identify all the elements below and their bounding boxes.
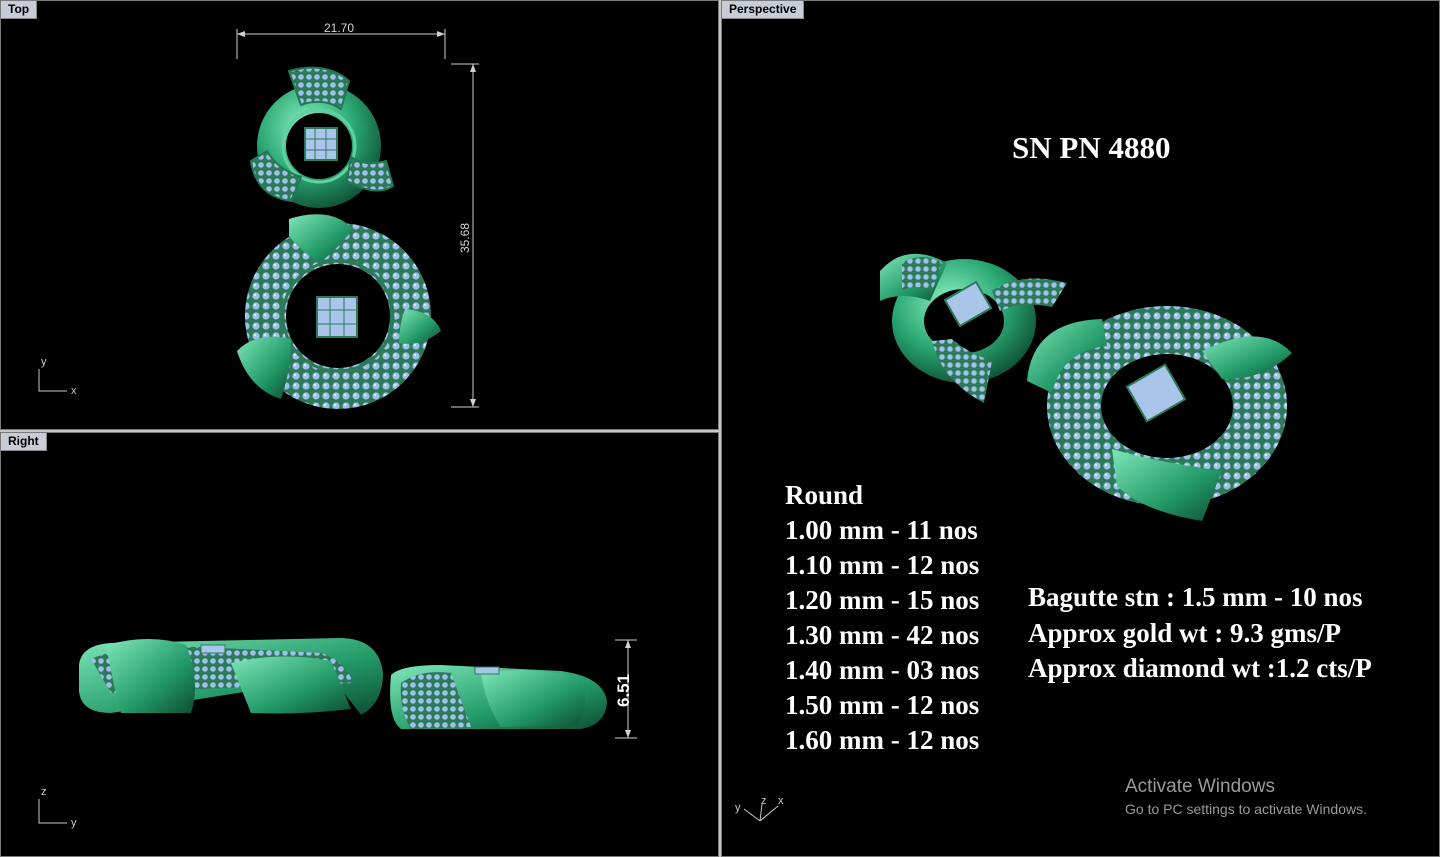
product-code: SN PN 4880 [1012, 130, 1171, 165]
axis-label-x: x [71, 385, 77, 397]
dimension-height-label: 35.68 [458, 223, 472, 253]
axis-label-y-right: y [71, 817, 77, 829]
axis-label-x-persp: x [778, 795, 784, 807]
activation-watermark-title: Activate Windows [1125, 776, 1275, 797]
round-size-row: 1.50 mm - 12 nos [785, 690, 980, 720]
pendant-bottom-perspective [1027, 306, 1292, 521]
spec-list: Bagutte stn : 1.5 mm - 10 nos Approx gol… [1028, 580, 1372, 687]
round-size-row: 1.00 mm - 11 nos [785, 515, 978, 545]
dimension-width-label: 21.70 [324, 21, 354, 35]
viewport-right[interactable]: Right 6.51 z y [0, 432, 719, 857]
right-view-canvas: 6.51 z y [38, 638, 637, 829]
round-size-row: 1.60 mm - 12 nos [785, 725, 980, 755]
axis-icon-right [38, 799, 67, 824]
round-size-row: 1.30 mm - 42 nos [785, 620, 980, 650]
top-view-canvas: 21.70 35.68 y x [38, 21, 479, 409]
axis-label-y: y [41, 356, 47, 368]
pendant-top-ring [249, 66, 395, 208]
round-stone-list: Round 1.00 mm - 11 nos 1.10 mm - 12 nos … [785, 478, 979, 758]
pendant-top-side [390, 665, 607, 729]
pendant-bottom-ring [237, 214, 441, 409]
round-size-row: 1.10 mm - 12 nos [785, 550, 980, 580]
round-size-row: 1.20 mm - 15 nos [785, 585, 980, 615]
round-size-row: 1.40 mm - 03 nos [785, 655, 980, 685]
axis-label-y-persp: y [735, 802, 741, 814]
pendant-bottom-side [79, 638, 383, 715]
spec-diamond-weight: Approx diamond wt :1.2 cts/P [1028, 653, 1372, 683]
axis-label-z: z [41, 786, 47, 798]
spec-gold-weight: Approx gold wt : 9.3 gms/P [1028, 617, 1342, 648]
axis-label-z-persp: z [761, 795, 767, 807]
round-heading: Round [785, 480, 864, 510]
activation-watermark-subtitle: Go to PC settings to activate Windows. [1125, 801, 1367, 817]
dimension-thickness-label: 6.51 [614, 674, 633, 707]
viewport-top[interactable]: Top 21.70 35.68 y x [0, 0, 719, 430]
spec-baguette: Bagutte stn : 1.5 mm - 10 nos [1028, 582, 1363, 612]
axis-icon-top [38, 369, 67, 392]
